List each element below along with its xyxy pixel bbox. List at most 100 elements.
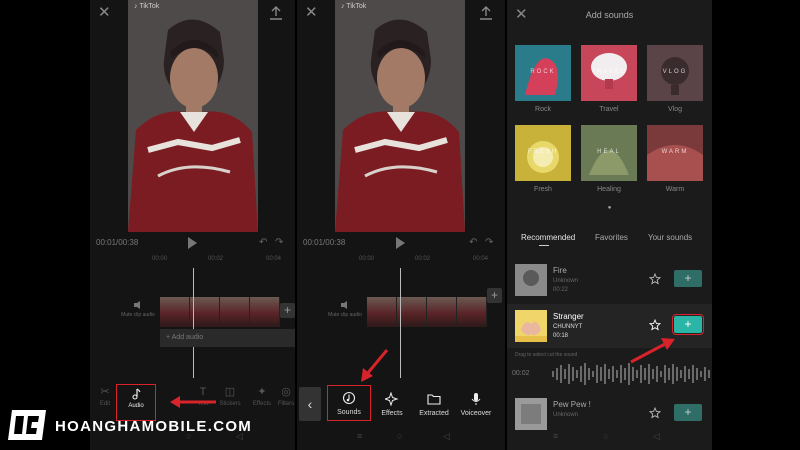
- tool-label: Effects: [252, 401, 272, 407]
- mute-clip-audio-toggle[interactable]: Mute clip audio: [327, 300, 363, 318]
- filter-icon: ◎: [281, 386, 291, 398]
- music-note-icon: [132, 388, 141, 400]
- tool-extracted[interactable]: Extracted: [413, 392, 455, 417]
- add-clip-button[interactable]: +: [280, 303, 295, 318]
- add-sound-button[interactable]: +: [674, 270, 702, 287]
- song-artist: Unknown: [553, 278, 579, 284]
- star-icon[interactable]: [649, 407, 661, 419]
- add-sound-button[interactable]: +: [672, 314, 704, 335]
- preview-frame: [128, 0, 258, 232]
- audio-waveform[interactable]: [552, 362, 712, 386]
- video-track[interactable]: [160, 297, 280, 327]
- tool-text[interactable]: T Text: [192, 386, 214, 407]
- timecode: 00:01/00:38: [96, 238, 139, 247]
- scissors-icon: ✂: [100, 386, 110, 398]
- tick-label: 00:00: [152, 256, 168, 262]
- category-label: Fresh: [534, 186, 552, 193]
- video-clip-thumb: [457, 297, 487, 327]
- category-art: WARM: [647, 125, 703, 181]
- back-nav-icon[interactable]: ◁: [443, 431, 450, 442]
- video-clip-thumb: [220, 297, 250, 327]
- video-clip-thumb: [427, 297, 457, 327]
- category-fresh[interactable]: FRESH Fresh: [515, 125, 571, 193]
- sparkle-icon: [385, 392, 399, 406]
- undo-icon[interactable]: ↶: [259, 238, 269, 248]
- tool-stickers[interactable]: ◫ Stickers: [218, 386, 242, 407]
- category-art: TRAVEL: [581, 45, 637, 101]
- home-nav-icon[interactable]: ○: [603, 431, 608, 441]
- tab-recommended[interactable]: Recommended: [521, 233, 575, 242]
- star-icon[interactable]: [649, 319, 661, 331]
- star-icon[interactable]: [649, 273, 661, 285]
- back-button[interactable]: ‹: [299, 387, 321, 421]
- tool-voiceover[interactable]: Voiceover: [455, 392, 497, 417]
- video-track[interactable]: [367, 297, 487, 327]
- song-title: Stranger: [553, 312, 584, 321]
- drag-hint: Drag to select cut the sound: [515, 352, 578, 358]
- add-sound-button[interactable]: +: [674, 404, 702, 421]
- editor-screen-sounds-step: ✕ ♪ TikTok 00:01/00:38 ↶ ↷ 00:00 00:02 0…: [297, 0, 505, 450]
- brand-logo: [8, 410, 46, 440]
- playhead: [193, 268, 194, 378]
- close-icon[interactable]: ✕: [98, 5, 112, 20]
- mute-label: Mute clip audio: [328, 312, 362, 318]
- category-art-text: HEAL: [597, 149, 621, 155]
- tool-filters[interactable]: ◎ Filters: [276, 386, 295, 407]
- song-cover: [515, 310, 547, 342]
- category-vlog[interactable]: VLOG Vlog: [647, 45, 703, 113]
- tool-effects[interactable]: Effects: [371, 392, 413, 417]
- tool-edit[interactable]: ✂ Edit: [94, 386, 116, 407]
- mute-clip-audio-toggle[interactable]: Mute clip audio: [120, 300, 156, 318]
- song-row[interactable]: Fire Unknown 00:22 +: [507, 258, 712, 302]
- callout-arrow: [361, 349, 389, 382]
- category-healing[interactable]: HEAL Healing: [581, 125, 637, 193]
- home-nav-icon[interactable]: ○: [397, 431, 402, 441]
- playhead: [400, 268, 401, 378]
- video-preview: ♪ TikTok: [128, 0, 258, 232]
- song-title: Fire: [553, 266, 567, 275]
- timeline-ruler: 00:00 00:02 00:04: [297, 256, 505, 266]
- category-travel[interactable]: TRAVEL Travel: [581, 45, 637, 113]
- add-clip-button[interactable]: +: [487, 288, 502, 303]
- recents-nav-icon[interactable]: ≡: [553, 431, 558, 441]
- song-artist: CHUNNYT: [553, 324, 583, 330]
- category-label: Travel: [599, 106, 619, 113]
- android-nav-bar: ≡ ○ ◁: [297, 428, 505, 450]
- redo-icon[interactable]: ↷: [485, 238, 495, 248]
- tool-label: Voiceover: [460, 410, 492, 417]
- play-icon[interactable]: [396, 237, 405, 249]
- tool-effects[interactable]: ✦ Effects: [250, 386, 274, 407]
- video-clip-thumb: [367, 297, 397, 327]
- category-art: ROCK: [515, 45, 571, 101]
- category-rock[interactable]: ROCK Rock: [515, 45, 571, 113]
- redo-icon[interactable]: ↷: [275, 238, 285, 248]
- tool-sounds[interactable]: Sounds: [327, 385, 371, 421]
- category-label: Warm: [665, 186, 685, 193]
- song-row-selected[interactable]: Stranger CHUNNYT 00:18 +: [507, 304, 712, 348]
- category-art: FRESH: [515, 125, 571, 181]
- tab-favorites[interactable]: Favorites: [595, 233, 628, 242]
- recents-nav-icon[interactable]: ≡: [357, 431, 362, 441]
- song-duration: 00:18: [553, 333, 569, 339]
- undo-icon[interactable]: ↶: [469, 238, 479, 248]
- tick-label: 00:02: [208, 256, 224, 262]
- export-icon[interactable]: [479, 6, 493, 22]
- song-cover: [515, 398, 547, 430]
- text-icon: T: [199, 386, 207, 398]
- play-icon[interactable]: [187, 237, 197, 249]
- brand-name: HOANGHAMOBILE.COM: [55, 418, 253, 435]
- tool-label: Sounds: [337, 409, 361, 416]
- active-tab-indicator: [539, 245, 549, 246]
- add-audio-track[interactable]: + Add audio: [160, 329, 295, 347]
- close-icon[interactable]: ✕: [305, 5, 319, 20]
- tool-label: Extracted: [419, 410, 449, 417]
- sounds-icon: [342, 391, 356, 405]
- tool-label: Text: [197, 401, 209, 407]
- category-art-text: TRAVEL: [591, 69, 627, 75]
- tab-your-sounds[interactable]: Your sounds: [648, 233, 692, 242]
- tool-audio[interactable]: Audio: [116, 384, 156, 421]
- category-warm[interactable]: WARM Warm: [647, 125, 703, 193]
- back-nav-icon[interactable]: ◁: [653, 431, 660, 442]
- export-icon[interactable]: [269, 6, 283, 22]
- tiktok-watermark: ♪ TikTok: [134, 3, 160, 10]
